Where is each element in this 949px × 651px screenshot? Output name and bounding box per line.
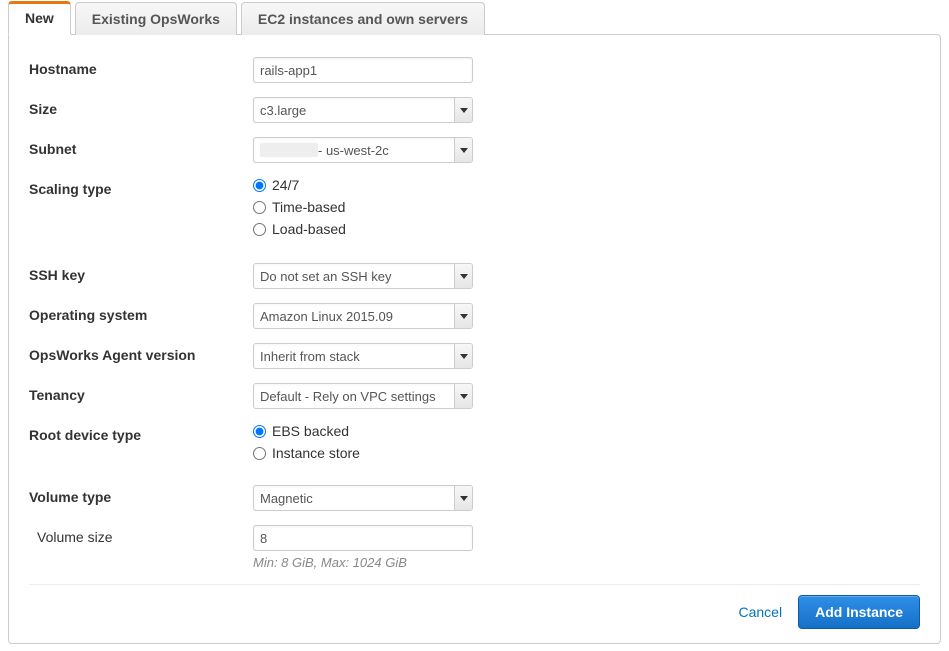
root-device-label: Root device type	[29, 423, 253, 443]
scaling-247-radio[interactable]	[253, 179, 266, 192]
chevron-down-icon	[454, 486, 472, 510]
agent-label: OpsWorks Agent version	[29, 343, 253, 363]
scaling-load-label: Load-based	[272, 221, 346, 237]
root-instance-store-label: Instance store	[272, 445, 360, 461]
size-value: c3.large	[254, 98, 454, 122]
root-instance-store-radio[interactable]	[253, 447, 266, 460]
chevron-down-icon	[454, 344, 472, 368]
volume-size-hint: Min: 8 GiB, Max: 1024 GiB	[253, 555, 920, 570]
chevron-down-icon	[454, 384, 472, 408]
tab-existing-opsworks[interactable]: Existing OpsWorks	[75, 2, 237, 35]
chevron-down-icon	[454, 138, 472, 162]
scaling-load-radio[interactable]	[253, 223, 266, 236]
tabs: New Existing OpsWorks EC2 instances and …	[8, 0, 941, 34]
ssh-key-select[interactable]: Do not set an SSH key	[253, 263, 473, 289]
volume-size-input[interactable]	[253, 525, 473, 551]
os-select[interactable]: Amazon Linux 2015.09	[253, 303, 473, 329]
scaling-time-radio[interactable]	[253, 201, 266, 214]
add-instance-button[interactable]: Add Instance	[798, 595, 920, 629]
volume-type-label: Volume type	[29, 485, 253, 505]
scaling-247-label: 24/7	[272, 177, 299, 193]
volume-size-label: Volume size	[29, 525, 253, 545]
tab-new[interactable]: New	[8, 1, 71, 35]
tab-ec2-own-servers[interactable]: EC2 instances and own servers	[241, 2, 485, 35]
tenancy-label: Tenancy	[29, 383, 253, 403]
separator	[29, 584, 920, 585]
actions-bar: Cancel Add Instance	[29, 595, 920, 629]
ssh-key-value: Do not set an SSH key	[254, 264, 454, 288]
tenancy-select[interactable]: Default - Rely on VPC settings	[253, 383, 473, 409]
subnet-select[interactable]: - us-west-2c	[253, 137, 473, 163]
hostname-input[interactable]	[253, 57, 473, 83]
os-value: Amazon Linux 2015.09	[254, 304, 454, 328]
chevron-down-icon	[454, 98, 472, 122]
tenancy-value: Default - Rely on VPC settings	[254, 384, 454, 408]
chevron-down-icon	[454, 264, 472, 288]
subnet-label: Subnet	[29, 137, 253, 157]
agent-select[interactable]: Inherit from stack	[253, 343, 473, 369]
root-ebs-radio[interactable]	[253, 425, 266, 438]
chevron-down-icon	[454, 304, 472, 328]
size-label: Size	[29, 97, 253, 117]
ssh-key-label: SSH key	[29, 263, 253, 283]
volume-type-value: Magnetic	[254, 486, 454, 510]
volume-type-select[interactable]: Magnetic	[253, 485, 473, 511]
form-panel: Hostname Size c3.large Subnet - us-west-…	[8, 34, 941, 644]
os-label: Operating system	[29, 303, 253, 323]
root-ebs-label: EBS backed	[272, 423, 349, 439]
agent-value: Inherit from stack	[254, 344, 454, 368]
scaling-type-label: Scaling type	[29, 177, 253, 197]
cancel-link[interactable]: Cancel	[739, 604, 783, 620]
subnet-value: - us-west-2c	[254, 138, 454, 162]
hostname-label: Hostname	[29, 57, 253, 77]
size-select[interactable]: c3.large	[253, 97, 473, 123]
scaling-time-label: Time-based	[272, 199, 345, 215]
